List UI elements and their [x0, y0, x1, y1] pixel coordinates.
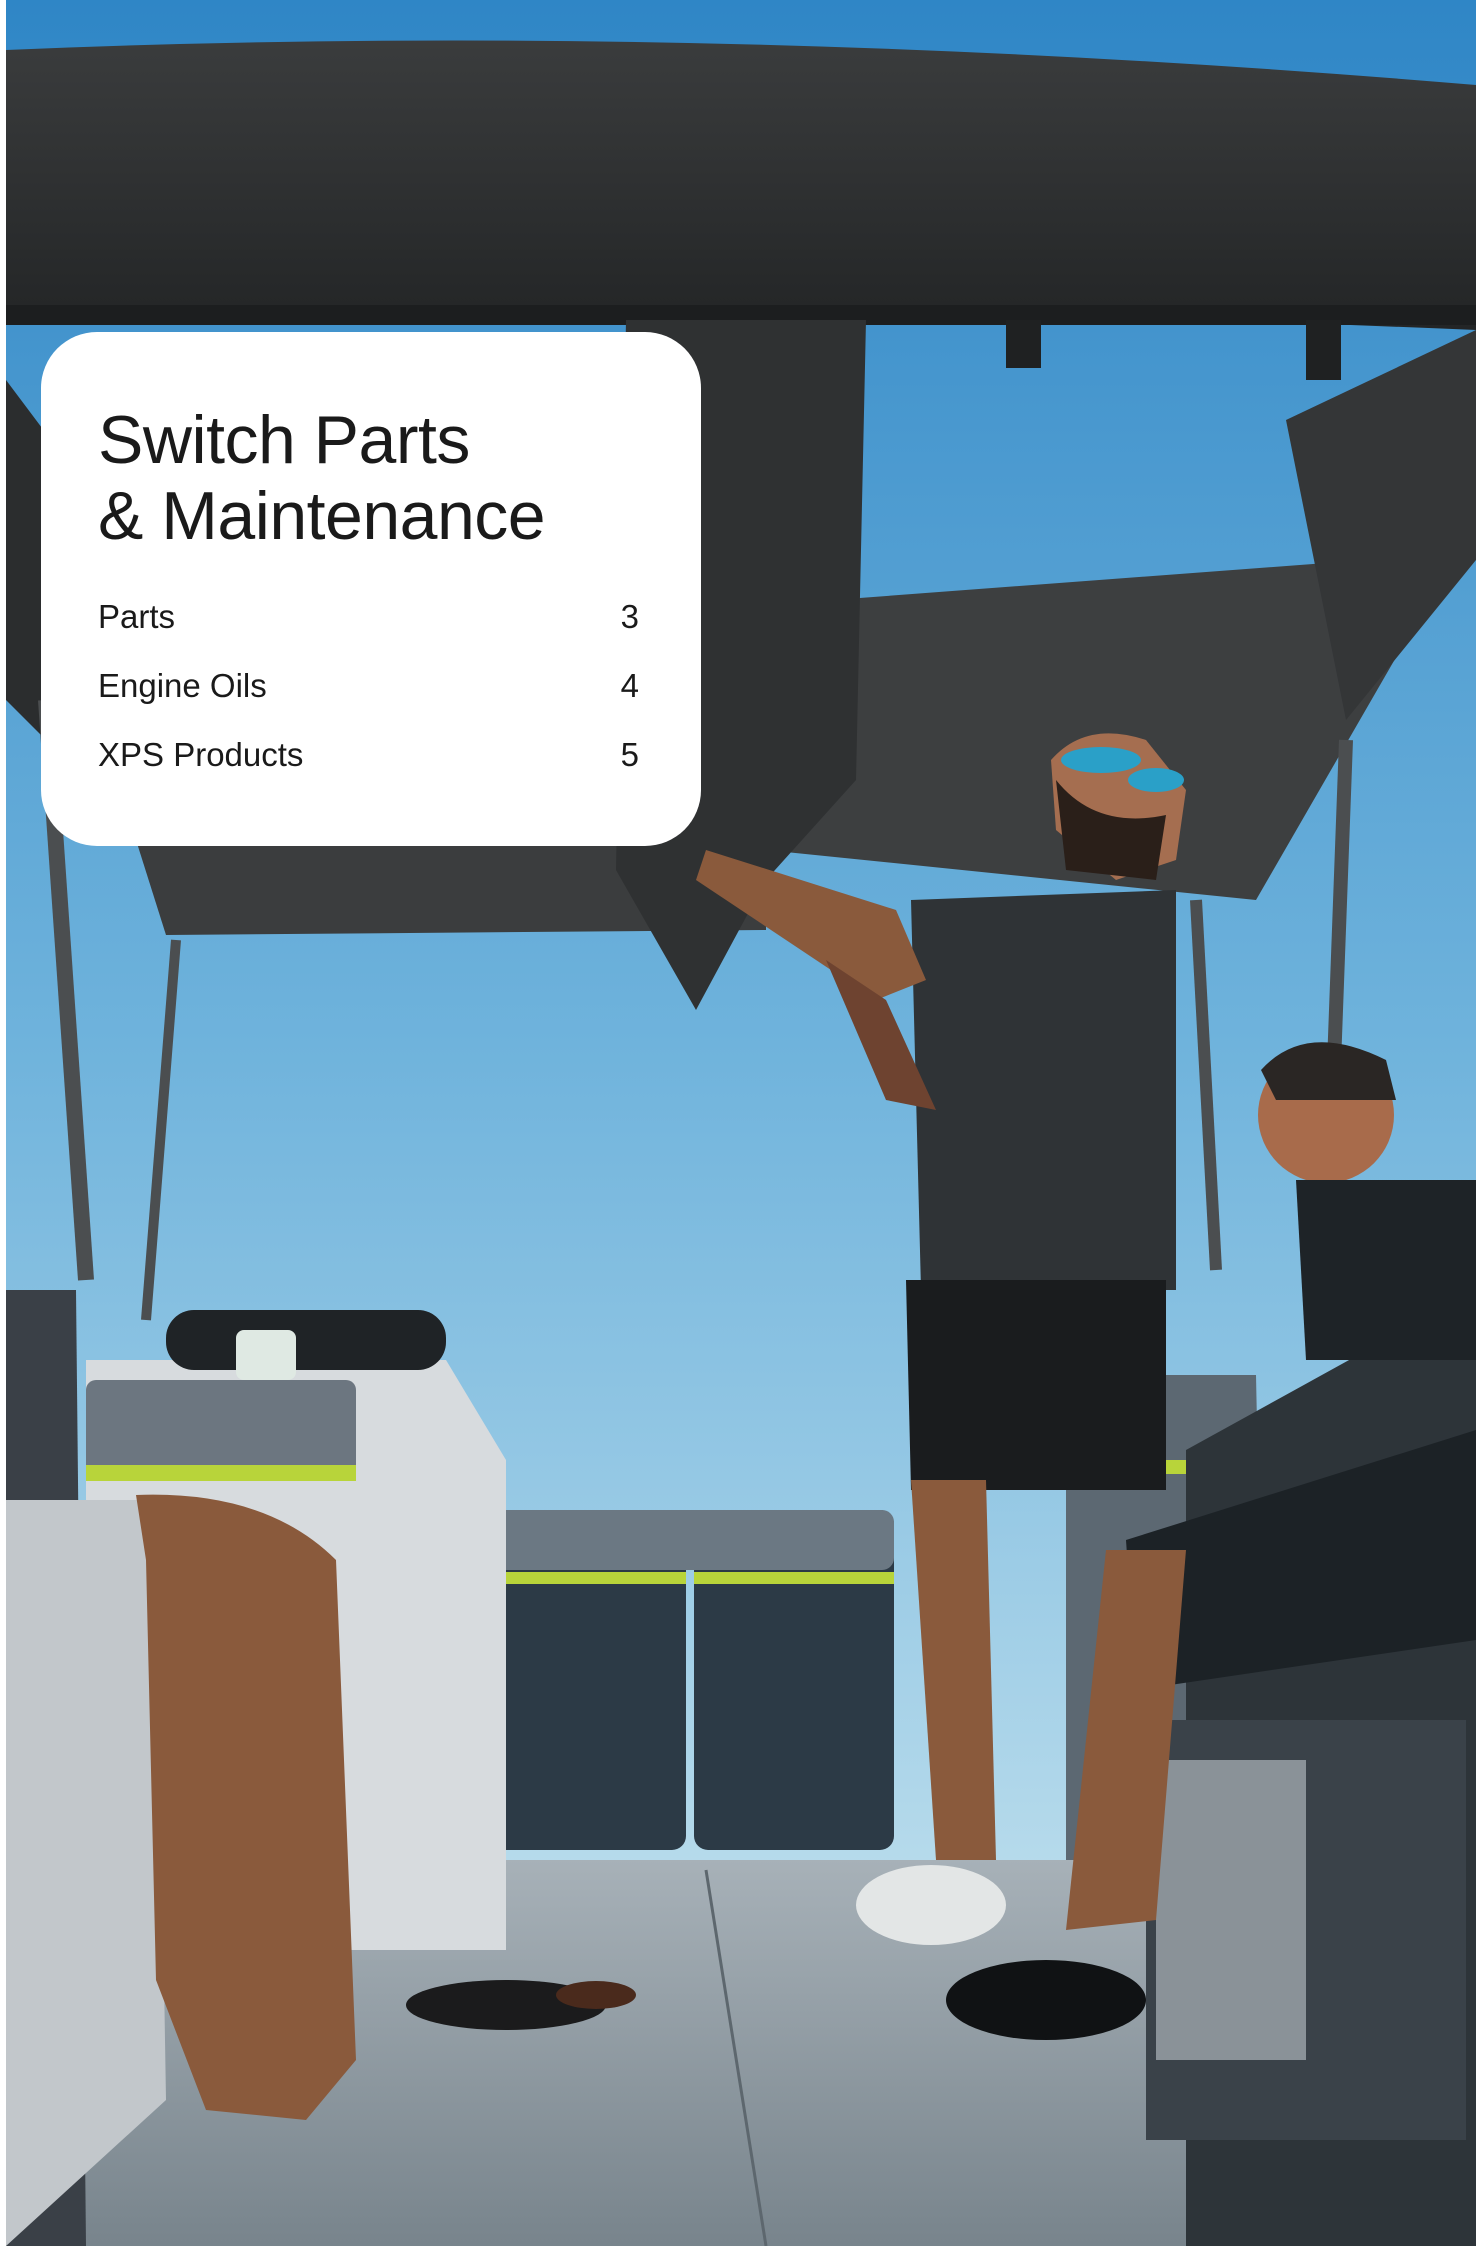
toc-title: Switch Parts & Maintenance: [98, 402, 643, 554]
toc-item-engine-oils[interactable]: Engine Oils 4: [98, 667, 643, 736]
toc-item-label: XPS Products: [98, 736, 304, 773]
toc-item-label: Parts: [98, 598, 176, 635]
sneaker: [856, 1865, 1006, 1945]
table-of-contents-card: Switch Parts & Maintenance Parts 3 Engin…: [41, 332, 701, 846]
man-shirt: [911, 890, 1176, 1290]
toc-item-xps-products[interactable]: XPS Products 5: [98, 736, 643, 805]
man-shorts: [906, 1280, 1166, 1490]
toc-item-page: 4: [620, 667, 639, 704]
toc-title-line-1: Switch Parts: [98, 402, 470, 478]
bimini-top: [6, 40, 1476, 331]
catalog-page: Switch Parts & Maintenance Parts 3 Engin…: [0, 0, 1476, 2246]
toc-item-parts[interactable]: Parts 3: [98, 598, 643, 667]
sunglasses: [1061, 747, 1141, 773]
toc-item-page: 3: [620, 598, 639, 635]
toc-item-label: Engine Oils: [98, 667, 267, 704]
toc-title-line-2: & Maintenance: [98, 478, 546, 554]
toc-item-page: 5: [620, 736, 639, 773]
toc-list: Parts 3 Engine Oils 4 XPS Products 5: [98, 598, 643, 805]
